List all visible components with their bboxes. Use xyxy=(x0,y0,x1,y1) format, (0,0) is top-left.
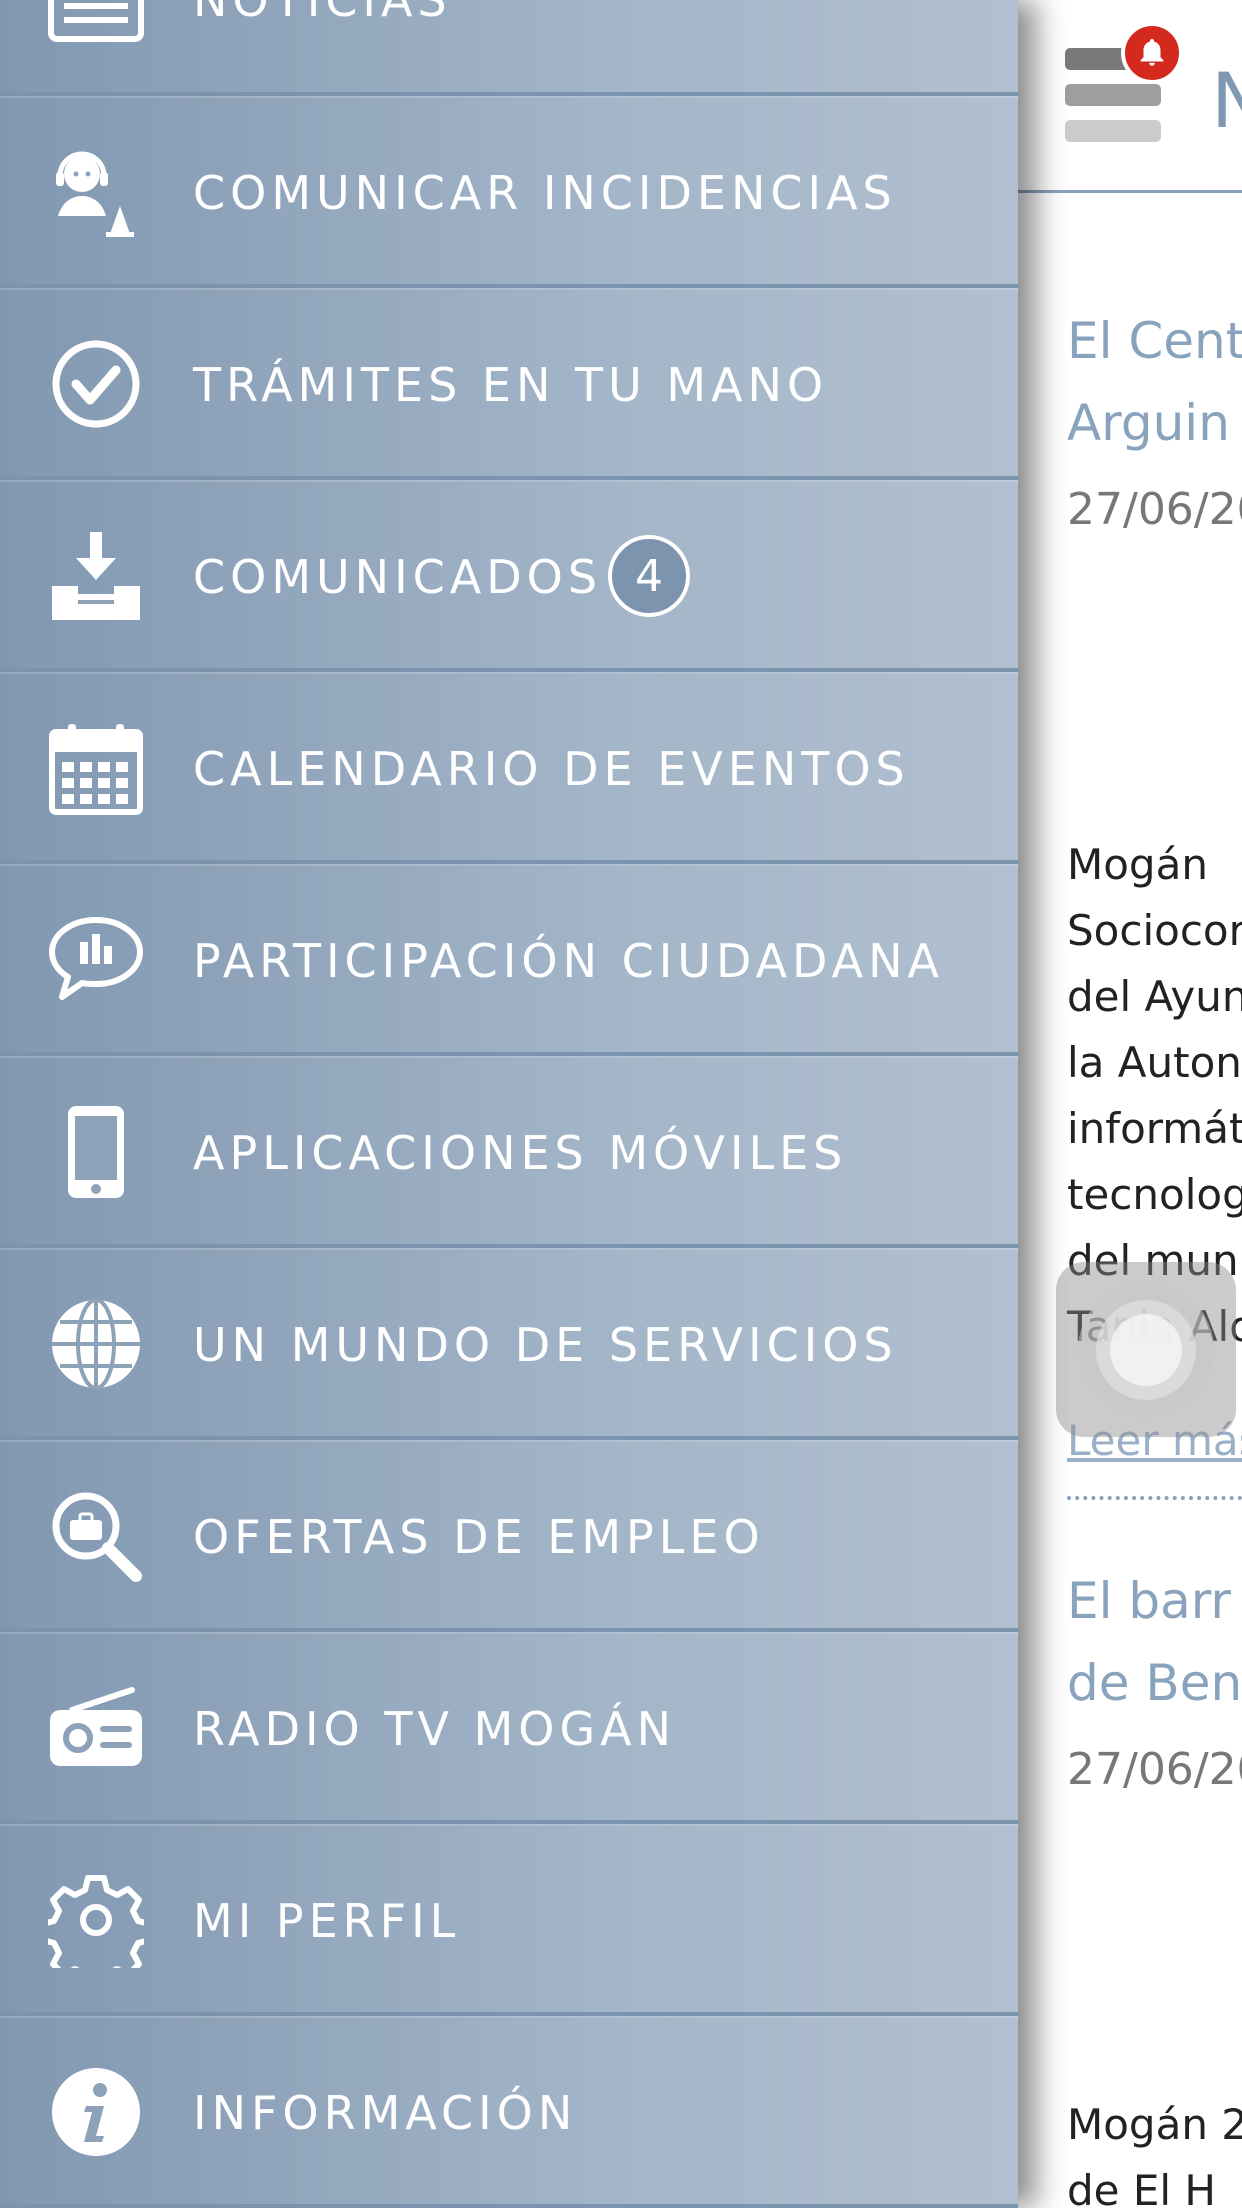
menu-divider xyxy=(0,2204,1018,2208)
menu-item-label: INFORMACIÓN xyxy=(193,2086,578,2140)
menu-item-label: COMUNICADOS xyxy=(193,550,603,604)
article-body-line: del Ayun xyxy=(1067,972,1242,1021)
article-title-line[interactable]: El barr xyxy=(1067,1560,1242,1642)
menu-item-label: CALENDARIO DE EVENTOS xyxy=(193,742,910,796)
menu-item-empleo[interactable]: OFERTAS DE EMPLEO xyxy=(0,1440,1018,1632)
menu-item-incidencias[interactable]: COMUNICAR INCIDENCIAS xyxy=(0,96,1018,288)
assistive-touch-ring xyxy=(1096,1300,1196,1400)
menu-item-label: NOTICIAS xyxy=(193,0,452,27)
article-separator xyxy=(1067,1496,1242,1500)
hamburger-bar xyxy=(1065,120,1161,142)
menu-item-perfil[interactable]: MI PERFIL xyxy=(0,1824,1018,2016)
assistive-touch-button[interactable] xyxy=(1056,1262,1236,1437)
article-card[interactable]: El Cent Arguin xyxy=(1067,300,1242,464)
article-date: 27/06/20 xyxy=(1067,484,1242,535)
article-date-text: 27/06/20 xyxy=(1067,1744,1242,1795)
menu-item-tramites[interactable]: TRÁMITES EN TU MANO xyxy=(0,288,1018,480)
menu-item-calendario[interactable]: CALENDARIO DE EVENTOS xyxy=(0,672,1018,864)
article-title-line[interactable]: de Ben xyxy=(1067,1642,1242,1724)
speech-bubble-chart-icon xyxy=(48,912,144,1008)
article-body-line: de El H xyxy=(1067,2166,1216,2208)
article-body-line: tecnolog xyxy=(1067,1170,1242,1219)
menu-item-label: TRÁMITES EN TU MANO xyxy=(193,358,829,412)
newspaper-icon xyxy=(48,0,144,47)
menu-item-radio[interactable]: RADIO TV MOGÁN xyxy=(0,1632,1018,1824)
radio-icon xyxy=(48,1680,144,1776)
top-bar: N xyxy=(1018,0,1242,193)
menu-item-label: MI PERFIL xyxy=(193,1894,461,1948)
article-body: Mogán 2 de El H xyxy=(1067,2092,1242,2208)
menu-item-informacion[interactable]: INFORMACIÓN xyxy=(0,2016,1018,2208)
menu-item-label: COMUNICAR INCIDENCIAS xyxy=(193,166,897,220)
article-title-line[interactable]: El Cent xyxy=(1067,300,1242,382)
menu-item-participacion[interactable]: PARTICIPACIÓN CIUDADANA xyxy=(0,864,1018,1056)
menu-item-label: UN MUNDO DE SERVICIOS xyxy=(193,1318,898,1372)
menu-item-aplicaciones[interactable]: APLICACIONES MÓVILES xyxy=(0,1056,1018,1248)
check-circle-icon xyxy=(48,336,144,432)
gear-icon xyxy=(48,1872,144,1968)
menu-item-servicios[interactable]: UN MUNDO DE SERVICIOS xyxy=(0,1248,1018,1440)
side-drawer-menu: NOTICIAS COMUNICAR INCIDENCIAS TRÁMITES … xyxy=(0,0,1018,2208)
menu-item-label: APLICACIONES MÓVILES xyxy=(193,1126,848,1180)
article-date-text: 27/06/20 xyxy=(1067,484,1242,535)
article-body-line: Sociocor xyxy=(1067,906,1242,955)
notification-bell-badge[interactable] xyxy=(1121,22,1183,84)
bell-icon xyxy=(1140,38,1164,66)
article-title-line[interactable]: Arguin xyxy=(1067,382,1242,464)
article-body-line: informát xyxy=(1067,1104,1242,1153)
article-body-line: Mogán xyxy=(1067,840,1208,889)
article-body-line: Mogán 2 xyxy=(1067,2100,1242,2149)
smartphone-icon xyxy=(48,1104,144,1200)
hamburger-bar xyxy=(1065,84,1161,106)
menu-item-label: RADIO TV MOGÁN xyxy=(193,1702,676,1756)
briefcase-search-icon xyxy=(48,1488,144,1584)
article-date: 27/06/20 xyxy=(1067,1744,1242,1795)
assistive-touch-ring xyxy=(1110,1314,1182,1386)
assistive-touch-ring xyxy=(1078,1282,1214,1418)
operator-cone-icon xyxy=(48,144,144,240)
comunicados-count-badge: 4 xyxy=(608,535,690,617)
download-tray-icon xyxy=(48,528,144,624)
page-title: N xyxy=(1211,56,1242,145)
article-card[interactable]: El barr de Ben xyxy=(1067,1560,1242,1724)
globe-icon xyxy=(48,1296,144,1392)
calendar-icon xyxy=(48,720,144,816)
menu-item-comunicados[interactable]: COMUNICADOS 4 xyxy=(0,480,1018,672)
menu-item-label: PARTICIPACIÓN CIUDADANA xyxy=(193,934,945,988)
menu-item-label: OFERTAS DE EMPLEO xyxy=(193,1510,765,1564)
info-icon xyxy=(48,2064,144,2160)
article-body-line: la Auton xyxy=(1067,1038,1242,1087)
menu-item-noticias[interactable]: NOTICIAS xyxy=(0,0,1018,95)
